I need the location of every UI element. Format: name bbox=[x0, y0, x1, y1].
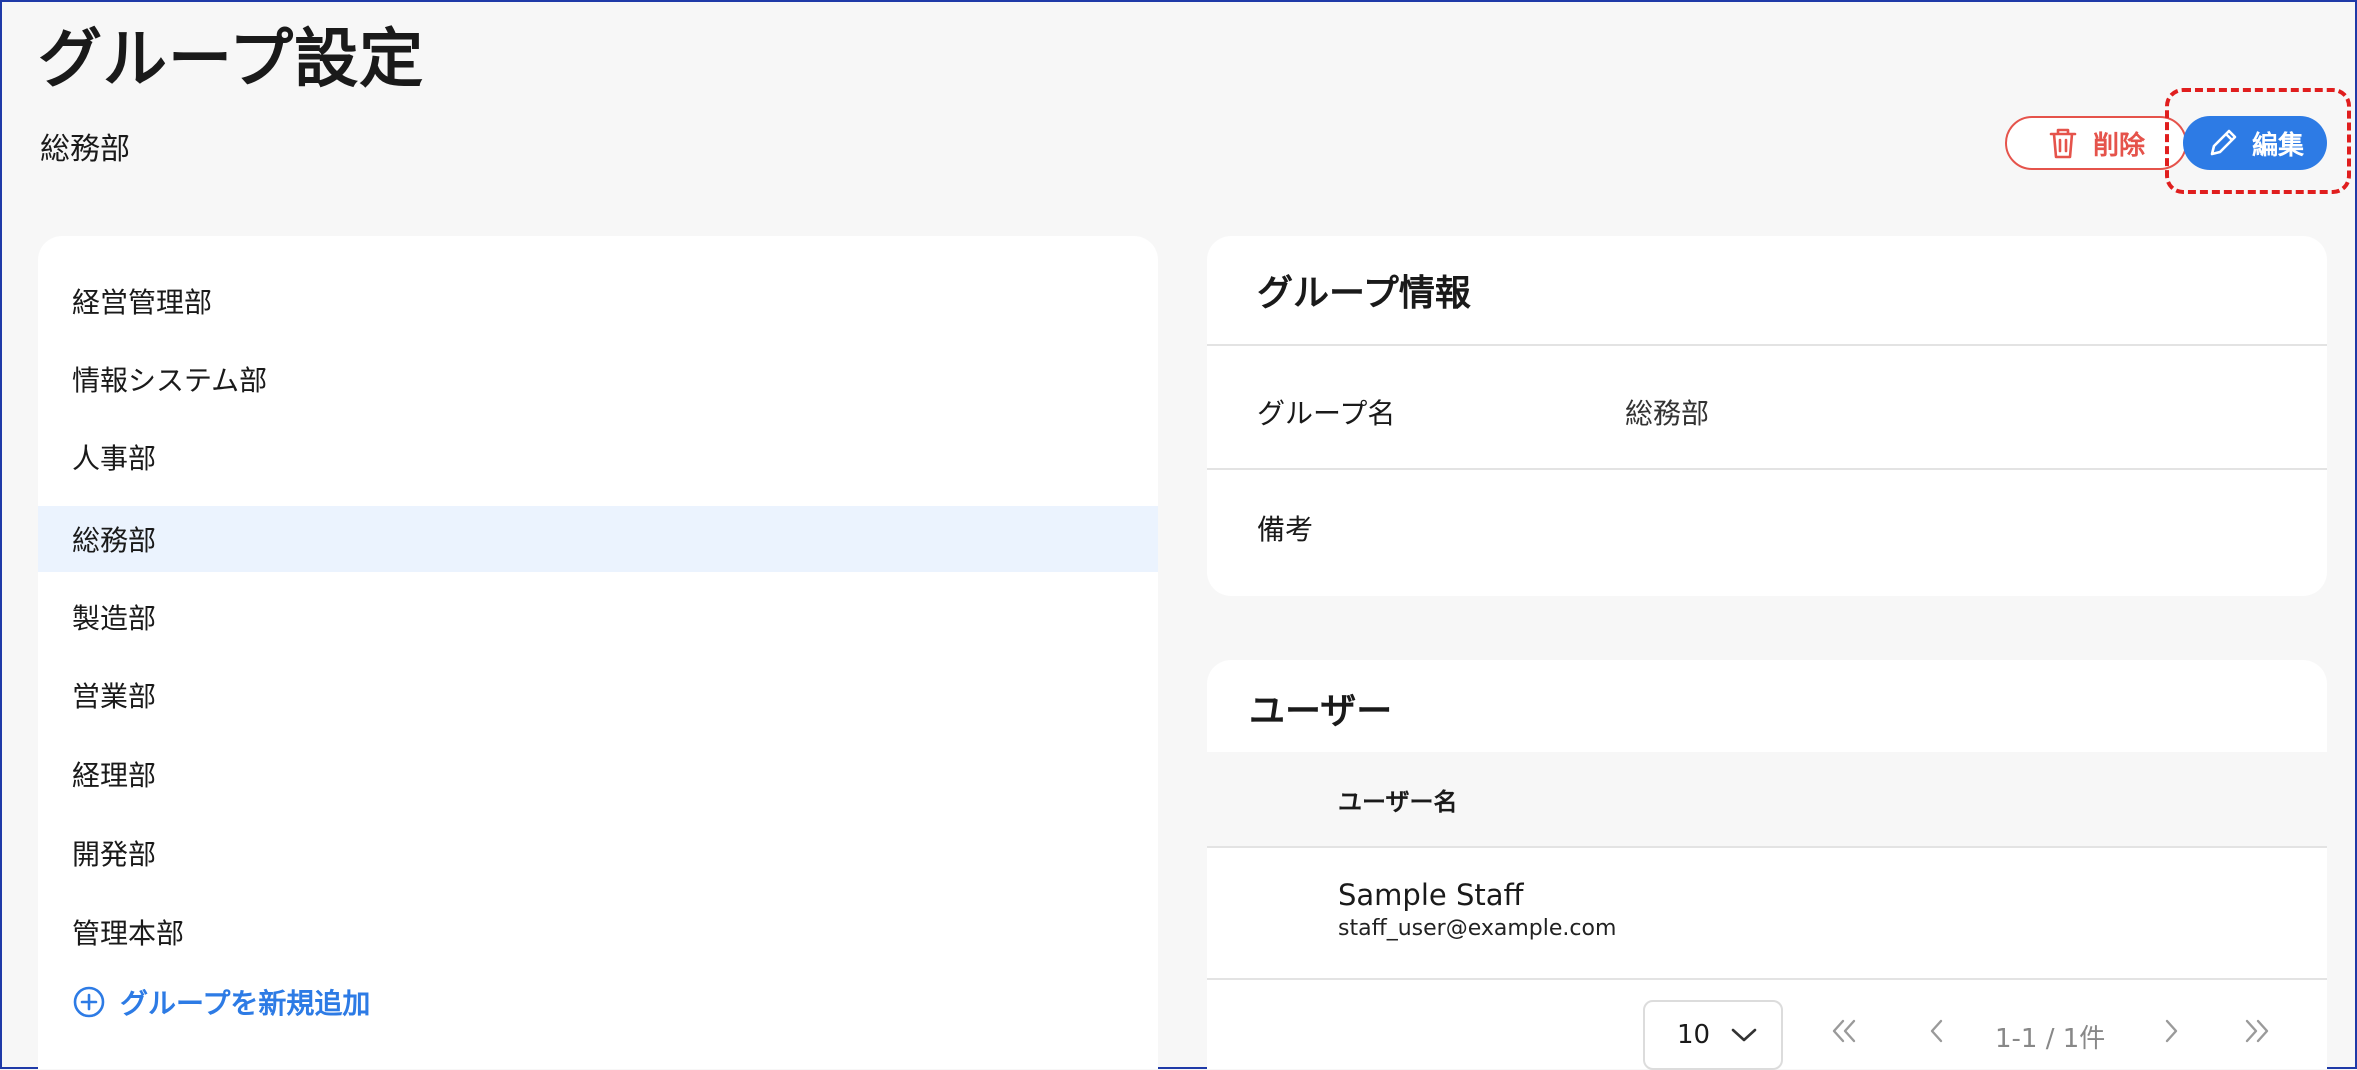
page-size-select[interactable]: 10 bbox=[1643, 1000, 1783, 1070]
divider bbox=[1207, 468, 2327, 470]
group-item-selected[interactable]: 総務部 bbox=[38, 506, 1158, 572]
users-card: ユーザー ユーザー名 Sample Staff staff_user@examp… bbox=[1207, 660, 2327, 1070]
add-group-label: グループを新規追加 bbox=[120, 987, 371, 1020]
group-item[interactable]: 管理本部 bbox=[38, 899, 1158, 965]
users-title: ユーザー bbox=[1249, 691, 1393, 732]
plus-circle-icon bbox=[73, 986, 105, 1018]
divider bbox=[1207, 978, 2327, 980]
last-page-icon[interactable] bbox=[2240, 1016, 2274, 1046]
group-item[interactable]: 製造部 bbox=[38, 584, 1158, 650]
page-range-label: 1-1 / 1件 bbox=[1995, 1024, 2106, 1054]
divider bbox=[1207, 344, 2327, 346]
group-item[interactable]: 営業部 bbox=[38, 662, 1158, 728]
group-list: 経営管理部 情報システム部 人事部 総務部 製造部 営業部 経理部 開発部 管理… bbox=[38, 236, 1158, 1069]
group-info-title: グループ情報 bbox=[1257, 273, 1471, 314]
users-table-header: ユーザー名 bbox=[1207, 752, 2327, 846]
first-page-icon[interactable] bbox=[1827, 1016, 1861, 1046]
trash-icon bbox=[2049, 128, 2077, 159]
divider bbox=[1207, 846, 2327, 848]
page-title: グループ設定 bbox=[38, 23, 425, 97]
group-name-label: グループ名 bbox=[1257, 397, 1396, 430]
group-item[interactable]: 人事部 bbox=[38, 424, 1158, 490]
group-item[interactable]: 経理部 bbox=[38, 741, 1158, 807]
add-group-button[interactable]: グループを新規追加 bbox=[72, 982, 370, 1022]
group-item[interactable]: 開発部 bbox=[38, 820, 1158, 886]
group-item[interactable]: 情報システム部 bbox=[38, 346, 1158, 412]
delete-button-label: 削除 bbox=[2092, 130, 2145, 161]
delete-button[interactable]: 削除 bbox=[2005, 116, 2187, 170]
next-page-icon[interactable] bbox=[2159, 1016, 2183, 1046]
page-subtitle: 総務部 bbox=[40, 132, 130, 167]
group-name-value: 総務部 bbox=[1625, 397, 1710, 430]
note-label: 備考 bbox=[1257, 513, 1314, 546]
user-email: staff_user@example.com bbox=[1338, 916, 1617, 941]
chevron-down-icon bbox=[1731, 1028, 1757, 1042]
prev-page-icon[interactable] bbox=[1925, 1016, 1949, 1046]
group-info-card: グループ情報 グループ名 総務部 備考 bbox=[1207, 236, 2327, 596]
page-size-value: 10 bbox=[1677, 1020, 1711, 1050]
edit-highlight-annotation bbox=[2165, 88, 2351, 194]
column-header-username[interactable]: ユーザー名 bbox=[1338, 782, 1458, 817]
user-name: Sample Staff bbox=[1338, 878, 1524, 912]
group-item[interactable]: 経営管理部 bbox=[38, 268, 1158, 334]
